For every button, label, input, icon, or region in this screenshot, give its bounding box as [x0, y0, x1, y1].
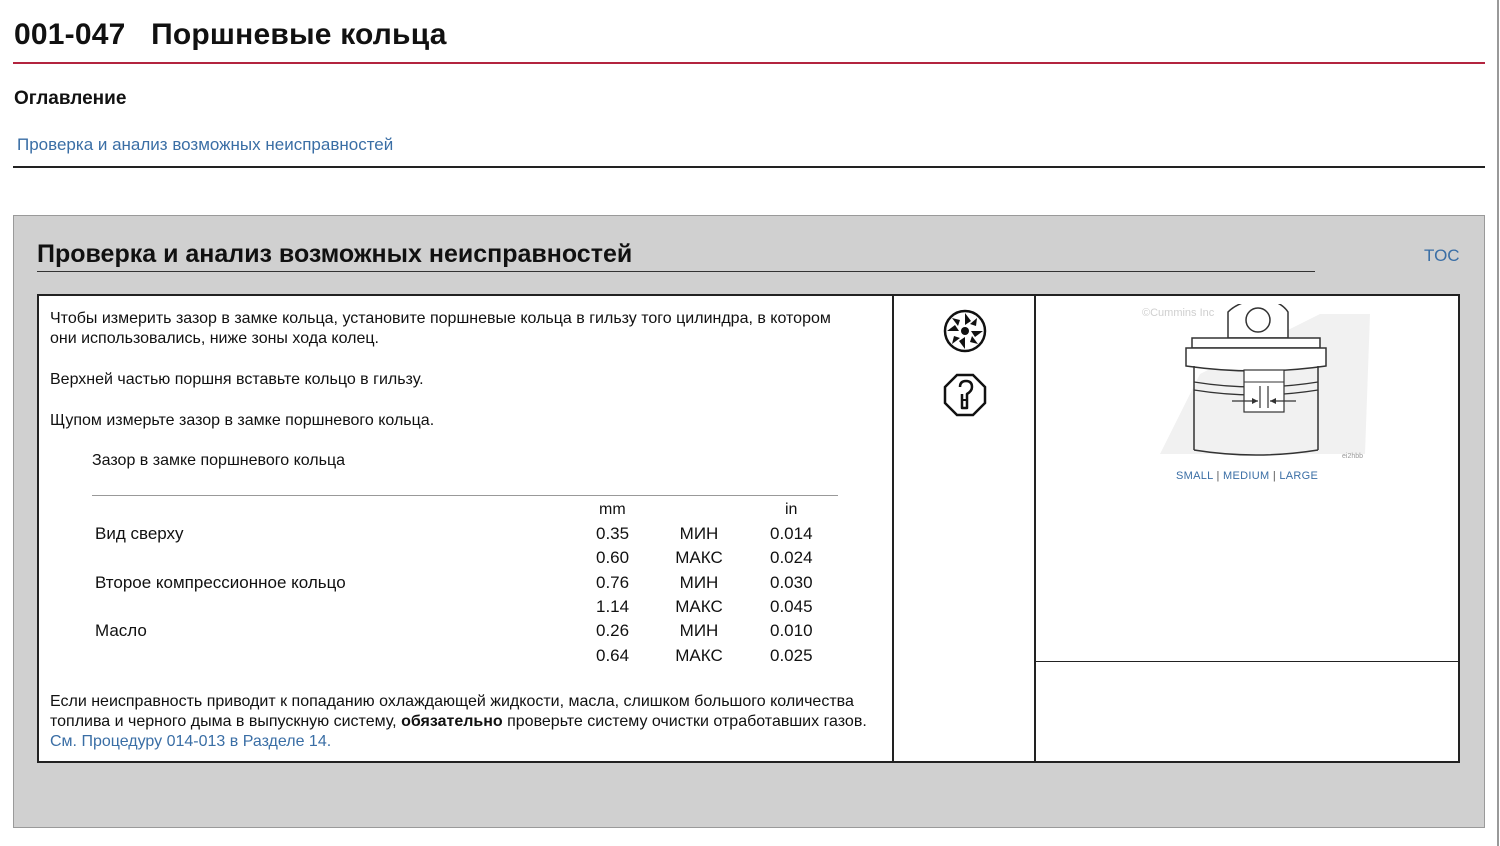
spec-mm-value: 0.60 [596, 548, 630, 567]
warning-text-end: проверьте систему очистки отработавших г… [502, 713, 867, 730]
window-edge [1497, 0, 1499, 846]
icons-cell [894, 296, 1036, 761]
spec-divider [92, 495, 838, 496]
spec-in-value: 0.024 [770, 548, 813, 567]
spec-title: Зазор в замке поршневого кольца [92, 452, 346, 469]
spec-limit: МАКС [675, 597, 723, 616]
spec-row: 0.64 МАКС 0.025 [39, 646, 892, 670]
unit-mm-header: mm [599, 501, 626, 518]
spec-label: Второе компрессионное кольцо [95, 573, 346, 592]
toc-heading: Оглавление [14, 88, 127, 109]
image-size-large[interactable]: LARGE [1279, 470, 1318, 482]
spec-row: Второе компрессионное кольцо 0.76 МИН 0.… [39, 573, 892, 597]
unit-in-header: in [785, 501, 798, 518]
parts-wheel-icon [943, 309, 987, 353]
illustration-cell: ©Cummins Inc ei2hbb SMALL | MEDIUM | LAR… [1036, 296, 1458, 761]
instructions-cell: Чтобы измерить зазор в замке кольца, уст… [39, 296, 894, 761]
section-title: Проверка и анализ возможных неисправност… [37, 240, 633, 268]
spec-row: Масло 0.26 МИН 0.010 [39, 621, 892, 645]
spec-in-value: 0.014 [770, 524, 813, 543]
spec-mm-value: 0.76 [596, 573, 630, 592]
toc-back-link[interactable]: TOC [1424, 246, 1460, 266]
spec-in-value: 0.030 [770, 573, 813, 592]
instruction-paragraph: Чтобы измерить зазор в замке кольца, уст… [50, 310, 831, 347]
spec-mm-value: 1.14 [596, 597, 630, 616]
illustration-frame: ©Cummins Inc ei2hbb SMALL | MEDIUM | LAR… [1036, 296, 1458, 662]
spec-in-value: 0.045 [770, 597, 813, 616]
spec-limit: МИН [679, 621, 719, 640]
spec-row: 0.60 МАКС 0.024 [39, 548, 892, 572]
illustration-code: ei2hbb [1342, 453, 1363, 460]
spec-label: Масло [95, 621, 147, 640]
spec-in-value: 0.010 [770, 621, 813, 640]
instruction-paragraph: Верхней частью поршня вставьте кольцо в … [50, 371, 424, 388]
procedure-table: Чтобы измерить зазор в замке кольца, уст… [37, 294, 1460, 763]
feeler-gauge-icon [943, 373, 987, 417]
spec-mm-value: 0.64 [596, 646, 630, 665]
toc-divider [13, 166, 1485, 168]
title-divider [13, 62, 1485, 64]
toc-link-troubleshooting[interactable]: Проверка и анализ возможных неисправност… [17, 135, 393, 155]
spec-in-value: 0.025 [770, 646, 813, 665]
image-size-links: SMALL | MEDIUM | LARGE [1176, 470, 1319, 482]
warning-paragraph: Если неисправность приводит к попаданию … [50, 692, 880, 752]
page-title: 001-047 Поршневые кольца [14, 18, 447, 51]
procedure-panel: Проверка и анализ возможных неисправност… [13, 215, 1485, 828]
image-size-medium[interactable]: MEDIUM [1223, 470, 1269, 482]
spec-mm-value: 0.35 [596, 524, 630, 543]
section-divider [37, 271, 1315, 272]
instruction-paragraph: Щупом измерьте зазор в замке поршневого … [50, 412, 435, 429]
spec-limit: МАКС [675, 548, 723, 567]
image-size-small[interactable]: SMALL [1176, 470, 1213, 482]
piston-ring-gap-illustration[interactable]: ©Cummins Inc ei2hbb [1140, 304, 1380, 464]
spec-label: Вид сверху [95, 524, 184, 543]
procedure-reference-link[interactable]: См. Процедуру 014-013 в Разделе 14. [50, 733, 331, 750]
warning-emphasis: обязательно [401, 713, 503, 730]
spec-mm-value: 0.26 [596, 621, 630, 640]
illustration-watermark: ©Cummins Inc [1142, 307, 1215, 319]
spec-row: Вид сверху 0.35 МИН 0.014 [39, 524, 892, 548]
spec-limit: МИН [679, 524, 719, 543]
spec-limit: МИН [679, 573, 719, 592]
spec-limit: МАКС [675, 646, 723, 665]
spec-row: 1.14 МАКС 0.045 [39, 597, 892, 621]
